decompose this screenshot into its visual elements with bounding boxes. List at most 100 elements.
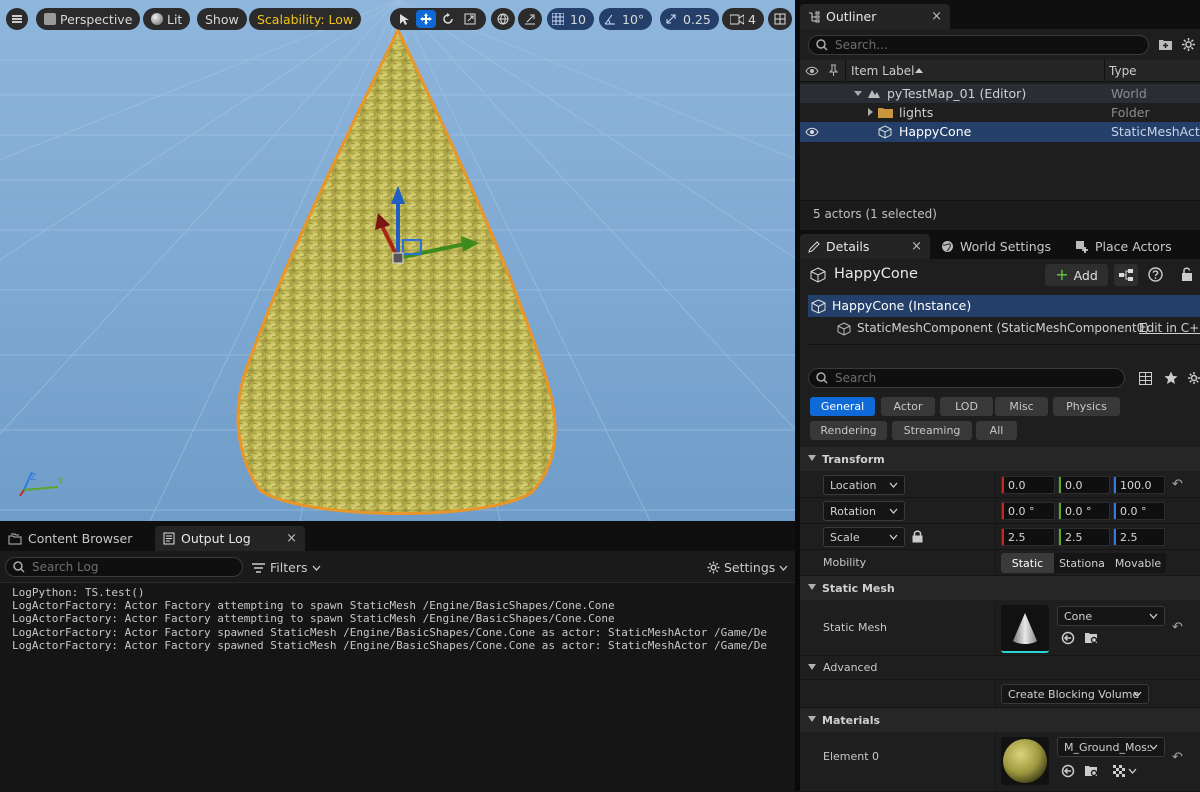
level-viewport[interactable]: Z Y Perspective Lit Show Scalability: Lo… [0,0,795,521]
static-mesh-dropdown[interactable]: Cone [1057,606,1165,626]
rotation-z-field[interactable]: 0.0 ° [1113,502,1165,520]
location-dropdown[interactable]: Location [823,475,905,495]
edit-in-cpp-link[interactable]: Edit in C++ [1139,321,1200,335]
filter-rendering[interactable]: Rendering [810,421,887,440]
location-y-field[interactable]: 0.0 [1058,476,1110,494]
log-text-area[interactable]: LogPython: TS.test() LogActorFactory: Ac… [0,582,795,792]
material-thumbnail[interactable] [1001,737,1049,785]
scalability-button[interactable]: Scalability: Low [249,8,362,30]
view-mode-button[interactable]: Perspective [36,8,141,30]
lock-icon[interactable] [912,530,923,543]
type-column[interactable]: Type [1109,64,1137,78]
lock-open-icon[interactable] [1181,267,1193,281]
actor-name-label[interactable]: HappyCone [834,266,918,282]
rotate-mode-button[interactable] [438,10,458,28]
log-settings-dropdown[interactable]: Settings [707,560,788,575]
translate-mode-button[interactable] [416,10,436,28]
tab-world-settings[interactable]: World Settings [933,234,1059,259]
location-x-field[interactable]: 0.0 [1001,476,1055,494]
show-label: Show [205,11,239,27]
create-blocking-volume-button[interactable]: Create Blocking Volume [1001,684,1149,704]
filter-actor[interactable]: Actor [881,397,935,416]
show-button[interactable]: Show [197,8,247,30]
scale-snap-button[interactable]: 0.25 [660,8,719,30]
log-filters-dropdown[interactable]: Filters [252,560,321,575]
close-icon[interactable]: × [911,239,922,254]
checker-texture-icon[interactable] [1112,764,1138,778]
materials-section-header[interactable]: Materials [800,708,1200,732]
rotation-x-field[interactable]: 0.0 ° [1001,502,1055,520]
component-row-instance[interactable]: HappyCone (Instance) [808,295,1200,317]
maximize-viewport-button[interactable] [768,8,792,30]
mobility-static-option[interactable]: Static [1001,553,1054,573]
transform-section-header[interactable]: Transform [800,447,1200,471]
outliner-row-lights[interactable]: lights Folder [800,103,1200,122]
rotation-dropdown[interactable]: Rotation [823,501,905,521]
select-mode-button[interactable] [394,10,414,28]
add-folder-icon[interactable] [1158,38,1173,51]
surface-snap-button[interactable] [518,8,542,30]
item-label-column[interactable]: Item Label [851,64,915,78]
blueprint-button[interactable] [1114,264,1138,286]
outliner-row-world[interactable]: pyTestMap_01 (Editor) World [800,84,1200,103]
camera-speed-button[interactable]: 4 [722,8,764,30]
static-mesh-thumbnail[interactable] [1001,605,1049,653]
close-icon[interactable]: × [931,9,942,24]
use-selected-arrow-icon[interactable] [1061,764,1075,778]
close-icon[interactable]: × [286,531,297,546]
location-z-field[interactable]: 100.0 [1113,476,1165,494]
coordinate-space-button[interactable] [491,8,515,30]
lighting-mode-button[interactable]: Lit [143,8,191,30]
pin-icon[interactable] [829,64,838,77]
star-icon[interactable] [1164,371,1178,385]
table-view-icon[interactable] [1139,372,1152,385]
filter-all[interactable]: All [976,421,1017,440]
use-selected-arrow-icon[interactable] [1061,631,1075,645]
scale-dropdown[interactable]: Scale [823,527,905,547]
outliner-search-input[interactable]: Search... [808,35,1149,55]
tab-place-actors[interactable]: Place Actors [1067,234,1180,259]
help-icon[interactable] [1148,267,1163,282]
details-search-input[interactable]: Search [808,368,1125,388]
component-row-staticmesh[interactable]: StaticMeshComponent (StaticMeshComponent… [808,318,1200,340]
rotation-snap-button[interactable]: 10° [599,8,653,30]
gear-icon[interactable] [1187,371,1200,385]
static-mesh-section-header[interactable]: Static Mesh [800,576,1200,600]
filter-misc[interactable]: Misc [995,397,1048,416]
scale-row: Scale 2.5 2.5 2.5 [800,524,1200,550]
expand-down-icon[interactable] [854,91,862,96]
tab-outliner[interactable]: Outliner × [800,4,950,29]
reset-arrow-icon[interactable]: ↶ [1172,620,1183,635]
mobility-stationary-option[interactable]: Stationa [1054,553,1110,573]
filter-physics[interactable]: Physics [1053,397,1120,416]
reset-arrow-icon[interactable]: ↶ [1172,477,1183,492]
cone-thumbnail-icon [1013,613,1037,644]
grid-snap-button[interactable]: 10 [547,8,594,30]
scale-y-field[interactable]: 2.5 [1058,528,1110,546]
rotation-y-field[interactable]: 0.0 ° [1058,502,1110,520]
log-search-input[interactable]: Search Log [5,557,243,577]
scale-x-field[interactable]: 2.5 [1001,528,1055,546]
outliner-row-happycone[interactable]: HappyCone StaticMeshActor [800,122,1200,142]
scale-z-field[interactable]: 2.5 [1113,528,1165,546]
log-line: LogActorFactory: Actor Factory attemptin… [12,599,615,613]
mobility-movable-option[interactable]: Movable [1110,553,1166,573]
filter-general[interactable]: General [810,397,875,416]
scale-mode-button[interactable] [460,10,480,28]
gear-icon[interactable] [1181,37,1196,52]
eye-icon[interactable] [805,127,819,137]
advanced-header[interactable]: Advanced [800,656,1200,680]
reset-arrow-icon[interactable]: ↶ [1172,750,1183,765]
filter-streaming[interactable]: Streaming [892,421,972,440]
material-dropdown[interactable]: M_Ground_Moss [1057,737,1165,757]
add-component-button[interactable]: + Add [1045,264,1108,286]
browse-asset-icon[interactable] [1084,764,1099,778]
tab-details[interactable]: Details × [800,234,930,259]
browse-asset-icon[interactable] [1084,631,1099,645]
viewport-menu-button[interactable] [6,8,28,30]
tab-content-browser[interactable]: Content Browser [0,526,150,551]
tab-output-log[interactable]: Output Log × [155,526,305,551]
filter-lod[interactable]: LOD [940,397,993,416]
eye-icon[interactable] [805,66,819,76]
expand-right-icon[interactable] [868,108,873,116]
